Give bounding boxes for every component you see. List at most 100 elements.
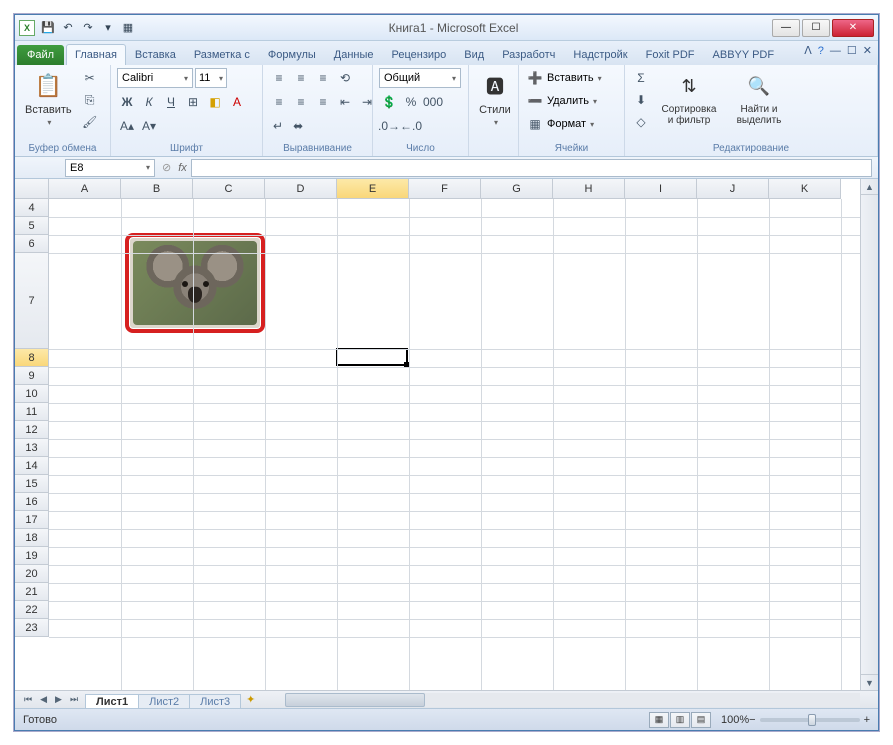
- qat-undo-icon[interactable]: ↶: [59, 19, 77, 37]
- tab-view[interactable]: Вид: [455, 44, 493, 65]
- tab-developer[interactable]: Разработч: [493, 44, 564, 65]
- col-header-F[interactable]: F: [409, 179, 481, 199]
- bold-button[interactable]: Ж: [117, 92, 137, 112]
- qat-save-icon[interactable]: 💾: [39, 19, 57, 37]
- view-normal-icon[interactable]: ▦: [649, 712, 669, 728]
- fill-icon[interactable]: ⬇: [631, 90, 651, 110]
- fill-color-button[interactable]: ◧: [205, 92, 225, 112]
- tab-data[interactable]: Данные: [325, 44, 383, 65]
- minimize-button[interactable]: —: [772, 19, 800, 37]
- row-header-23[interactable]: 23: [15, 619, 49, 637]
- row-header-5[interactable]: 5: [15, 217, 49, 235]
- scroll-down-icon[interactable]: ▼: [861, 674, 878, 690]
- row-header-15[interactable]: 15: [15, 475, 49, 493]
- formula-input[interactable]: [191, 159, 872, 177]
- row-header-20[interactable]: 20: [15, 565, 49, 583]
- align-right-icon[interactable]: ≡: [313, 92, 333, 112]
- percent-icon[interactable]: %: [401, 92, 421, 112]
- italic-button[interactable]: К: [139, 92, 159, 112]
- sheet-nav-next-icon[interactable]: ▶: [52, 694, 65, 705]
- number-format-combo[interactable]: Общий▾: [379, 68, 461, 88]
- scroll-up-icon[interactable]: ▲: [861, 179, 878, 195]
- sheet-tab-3[interactable]: Лист3: [189, 694, 241, 709]
- font-name-combo[interactable]: Calibri▾: [117, 68, 193, 88]
- autosum-icon[interactable]: Σ: [631, 68, 651, 88]
- indent-dec-icon[interactable]: ⇤: [335, 92, 355, 112]
- help-icon[interactable]: ?: [818, 45, 824, 57]
- vertical-scrollbar[interactable]: ▲ ▼: [860, 179, 878, 690]
- styles-button[interactable]: 🅰 Стили ▾: [475, 68, 515, 129]
- merge-icon[interactable]: ⬌: [289, 116, 307, 136]
- embedded-image[interactable]: [125, 233, 265, 333]
- col-header-G[interactable]: G: [481, 179, 553, 199]
- qat-redo-icon[interactable]: ↷: [79, 19, 97, 37]
- shrink-font-icon[interactable]: A▾: [139, 116, 159, 136]
- row-header-14[interactable]: 14: [15, 457, 49, 475]
- sheet-nav-prev-icon[interactable]: ◀: [37, 694, 50, 705]
- cancel-formula-icon[interactable]: ⊘: [162, 161, 171, 174]
- copy-icon[interactable]: ⎘: [80, 90, 100, 110]
- tab-addins[interactable]: Надстройк: [564, 44, 636, 65]
- row-header-17[interactable]: 17: [15, 511, 49, 529]
- cells-format-button[interactable]: ▦Формат▾: [525, 114, 594, 134]
- font-size-combo[interactable]: 11▾: [195, 68, 227, 88]
- format-painter-icon[interactable]: 🖌: [80, 112, 100, 132]
- col-header-A[interactable]: A: [49, 179, 121, 199]
- minimize-ribbon-icon[interactable]: ᐱ: [804, 44, 812, 57]
- sheet-nav-first-icon[interactable]: ⏮: [21, 694, 35, 705]
- row-header-19[interactable]: 19: [15, 547, 49, 565]
- tab-insert[interactable]: Вставка: [126, 44, 185, 65]
- row-header-12[interactable]: 12: [15, 421, 49, 439]
- cells-insert-button[interactable]: ➕Вставить▾: [525, 68, 602, 88]
- clear-icon[interactable]: ◇: [631, 112, 651, 132]
- col-header-E[interactable]: E: [337, 179, 409, 199]
- zoom-slider[interactable]: [760, 718, 860, 722]
- row-header-22[interactable]: 22: [15, 601, 49, 619]
- align-bottom-icon[interactable]: ≡: [313, 68, 333, 88]
- tab-home[interactable]: Главная: [66, 44, 126, 65]
- view-pagebreak-icon[interactable]: ▤: [691, 712, 711, 728]
- col-header-D[interactable]: D: [265, 179, 337, 199]
- close-button[interactable]: ✕: [832, 19, 874, 37]
- maximize-button[interactable]: ☐: [802, 19, 830, 37]
- zoom-thumb[interactable]: [808, 714, 816, 726]
- row-header-18[interactable]: 18: [15, 529, 49, 547]
- sheet-tab-1[interactable]: Лист1: [85, 694, 139, 709]
- name-box[interactable]: E8▾: [65, 159, 155, 177]
- col-header-B[interactable]: B: [121, 179, 193, 199]
- tab-review[interactable]: Рецензиро: [383, 44, 456, 65]
- row-header-16[interactable]: 16: [15, 493, 49, 511]
- spreadsheet-grid[interactable]: ABCDEFGHIJK 4567891011121314151617181920…: [15, 179, 878, 708]
- currency-icon[interactable]: 💲: [379, 92, 399, 112]
- hscroll-thumb[interactable]: [285, 693, 425, 707]
- paste-button[interactable]: 📋 Вставить ▾: [21, 68, 76, 129]
- col-header-C[interactable]: C: [193, 179, 265, 199]
- row-header-21[interactable]: 21: [15, 583, 49, 601]
- new-sheet-icon[interactable]: ✦: [246, 693, 255, 706]
- row-header-13[interactable]: 13: [15, 439, 49, 457]
- zoom-out-button[interactable]: −: [749, 714, 755, 726]
- horizontal-scrollbar[interactable]: [285, 693, 860, 707]
- comma-icon[interactable]: 000: [423, 92, 443, 112]
- window-close-icon[interactable]: ✕: [863, 44, 872, 57]
- row-header-10[interactable]: 10: [15, 385, 49, 403]
- view-layout-icon[interactable]: ▥: [670, 712, 690, 728]
- dec-decimal-icon[interactable]: ←.0: [401, 116, 421, 136]
- align-top-icon[interactable]: ≡: [269, 68, 289, 88]
- row-header-9[interactable]: 9: [15, 367, 49, 385]
- row-header-11[interactable]: 11: [15, 403, 49, 421]
- fx-icon[interactable]: fx: [178, 162, 187, 174]
- cells-delete-button[interactable]: ➖Удалить▾: [525, 91, 597, 111]
- cells-area[interactable]: [49, 199, 860, 690]
- col-header-I[interactable]: I: [625, 179, 697, 199]
- col-header-J[interactable]: J: [697, 179, 769, 199]
- font-color-button[interactable]: A: [227, 92, 247, 112]
- underline-button[interactable]: Ч: [161, 92, 181, 112]
- select-all-corner[interactable]: [15, 179, 49, 199]
- col-header-H[interactable]: H: [553, 179, 625, 199]
- window-restore-icon[interactable]: ☐: [847, 44, 857, 57]
- grow-font-icon[interactable]: A▴: [117, 116, 137, 136]
- align-center-icon[interactable]: ≡: [291, 92, 311, 112]
- qat-customize-icon[interactable]: ▾: [99, 19, 117, 37]
- align-left-icon[interactable]: ≡: [269, 92, 289, 112]
